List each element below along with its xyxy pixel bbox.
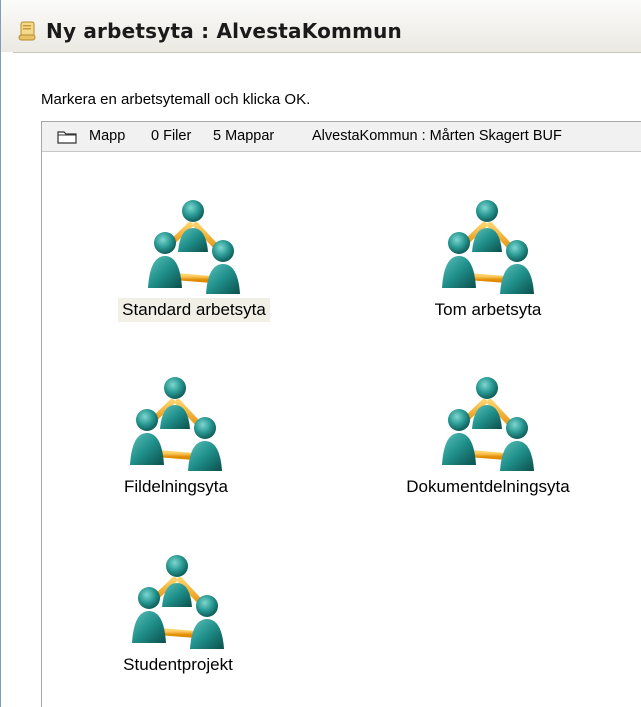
location-path[interactable]: AlvestaKommun : Mårten Skagert BUF <box>312 128 562 144</box>
workspace-group-icon <box>128 553 228 653</box>
template-label: Studentprojekt <box>123 655 233 674</box>
template-dokumentdelningsyta[interactable]: Dokumentdelningsyta <box>373 375 603 499</box>
title-bar[interactable]: Ny arbetsyta : AlvestaKommun <box>1 0 641 53</box>
workspace-group-icon <box>144 198 244 298</box>
workspace-group-icon <box>126 375 226 475</box>
template-standard-arbetsyta[interactable]: Standard arbetsyta <box>99 198 289 322</box>
workspace-group-icon <box>438 375 538 475</box>
window-left-margin <box>1 52 13 707</box>
template-label: Dokumentdelningsyta <box>406 477 570 496</box>
window-title: Ny arbetsyta : AlvestaKommun <box>46 19 403 43</box>
path-bar: Mapp 0 Filer 5 Mappar AlvestaKommun : Må… <box>42 122 641 152</box>
template-label: Tom arbetsyta <box>434 300 542 319</box>
folder-count: 5 Mappar <box>213 128 275 144</box>
folder-icon <box>57 130 77 144</box>
template-fildelningsyta[interactable]: Fildelningsyta <box>81 375 271 499</box>
template-tom-arbetsyta[interactable]: Tom arbetsyta <box>393 198 583 322</box>
file-count: 0 Filer <box>151 128 192 144</box>
template-label: Standard arbetsyta <box>118 298 270 322</box>
workspace-group-icon <box>438 198 538 298</box>
template-studentprojekt[interactable]: Studentprojekt <box>83 553 273 677</box>
scroll-icon <box>18 20 38 42</box>
path-type-label: Mapp <box>89 128 126 144</box>
new-workspace-window: Ny arbetsyta : AlvestaKommun Markera en … <box>0 0 641 707</box>
instruction-text: Markera en arbetsytemall och klicka OK. <box>41 91 311 108</box>
template-label: Fildelningsyta <box>124 477 228 496</box>
